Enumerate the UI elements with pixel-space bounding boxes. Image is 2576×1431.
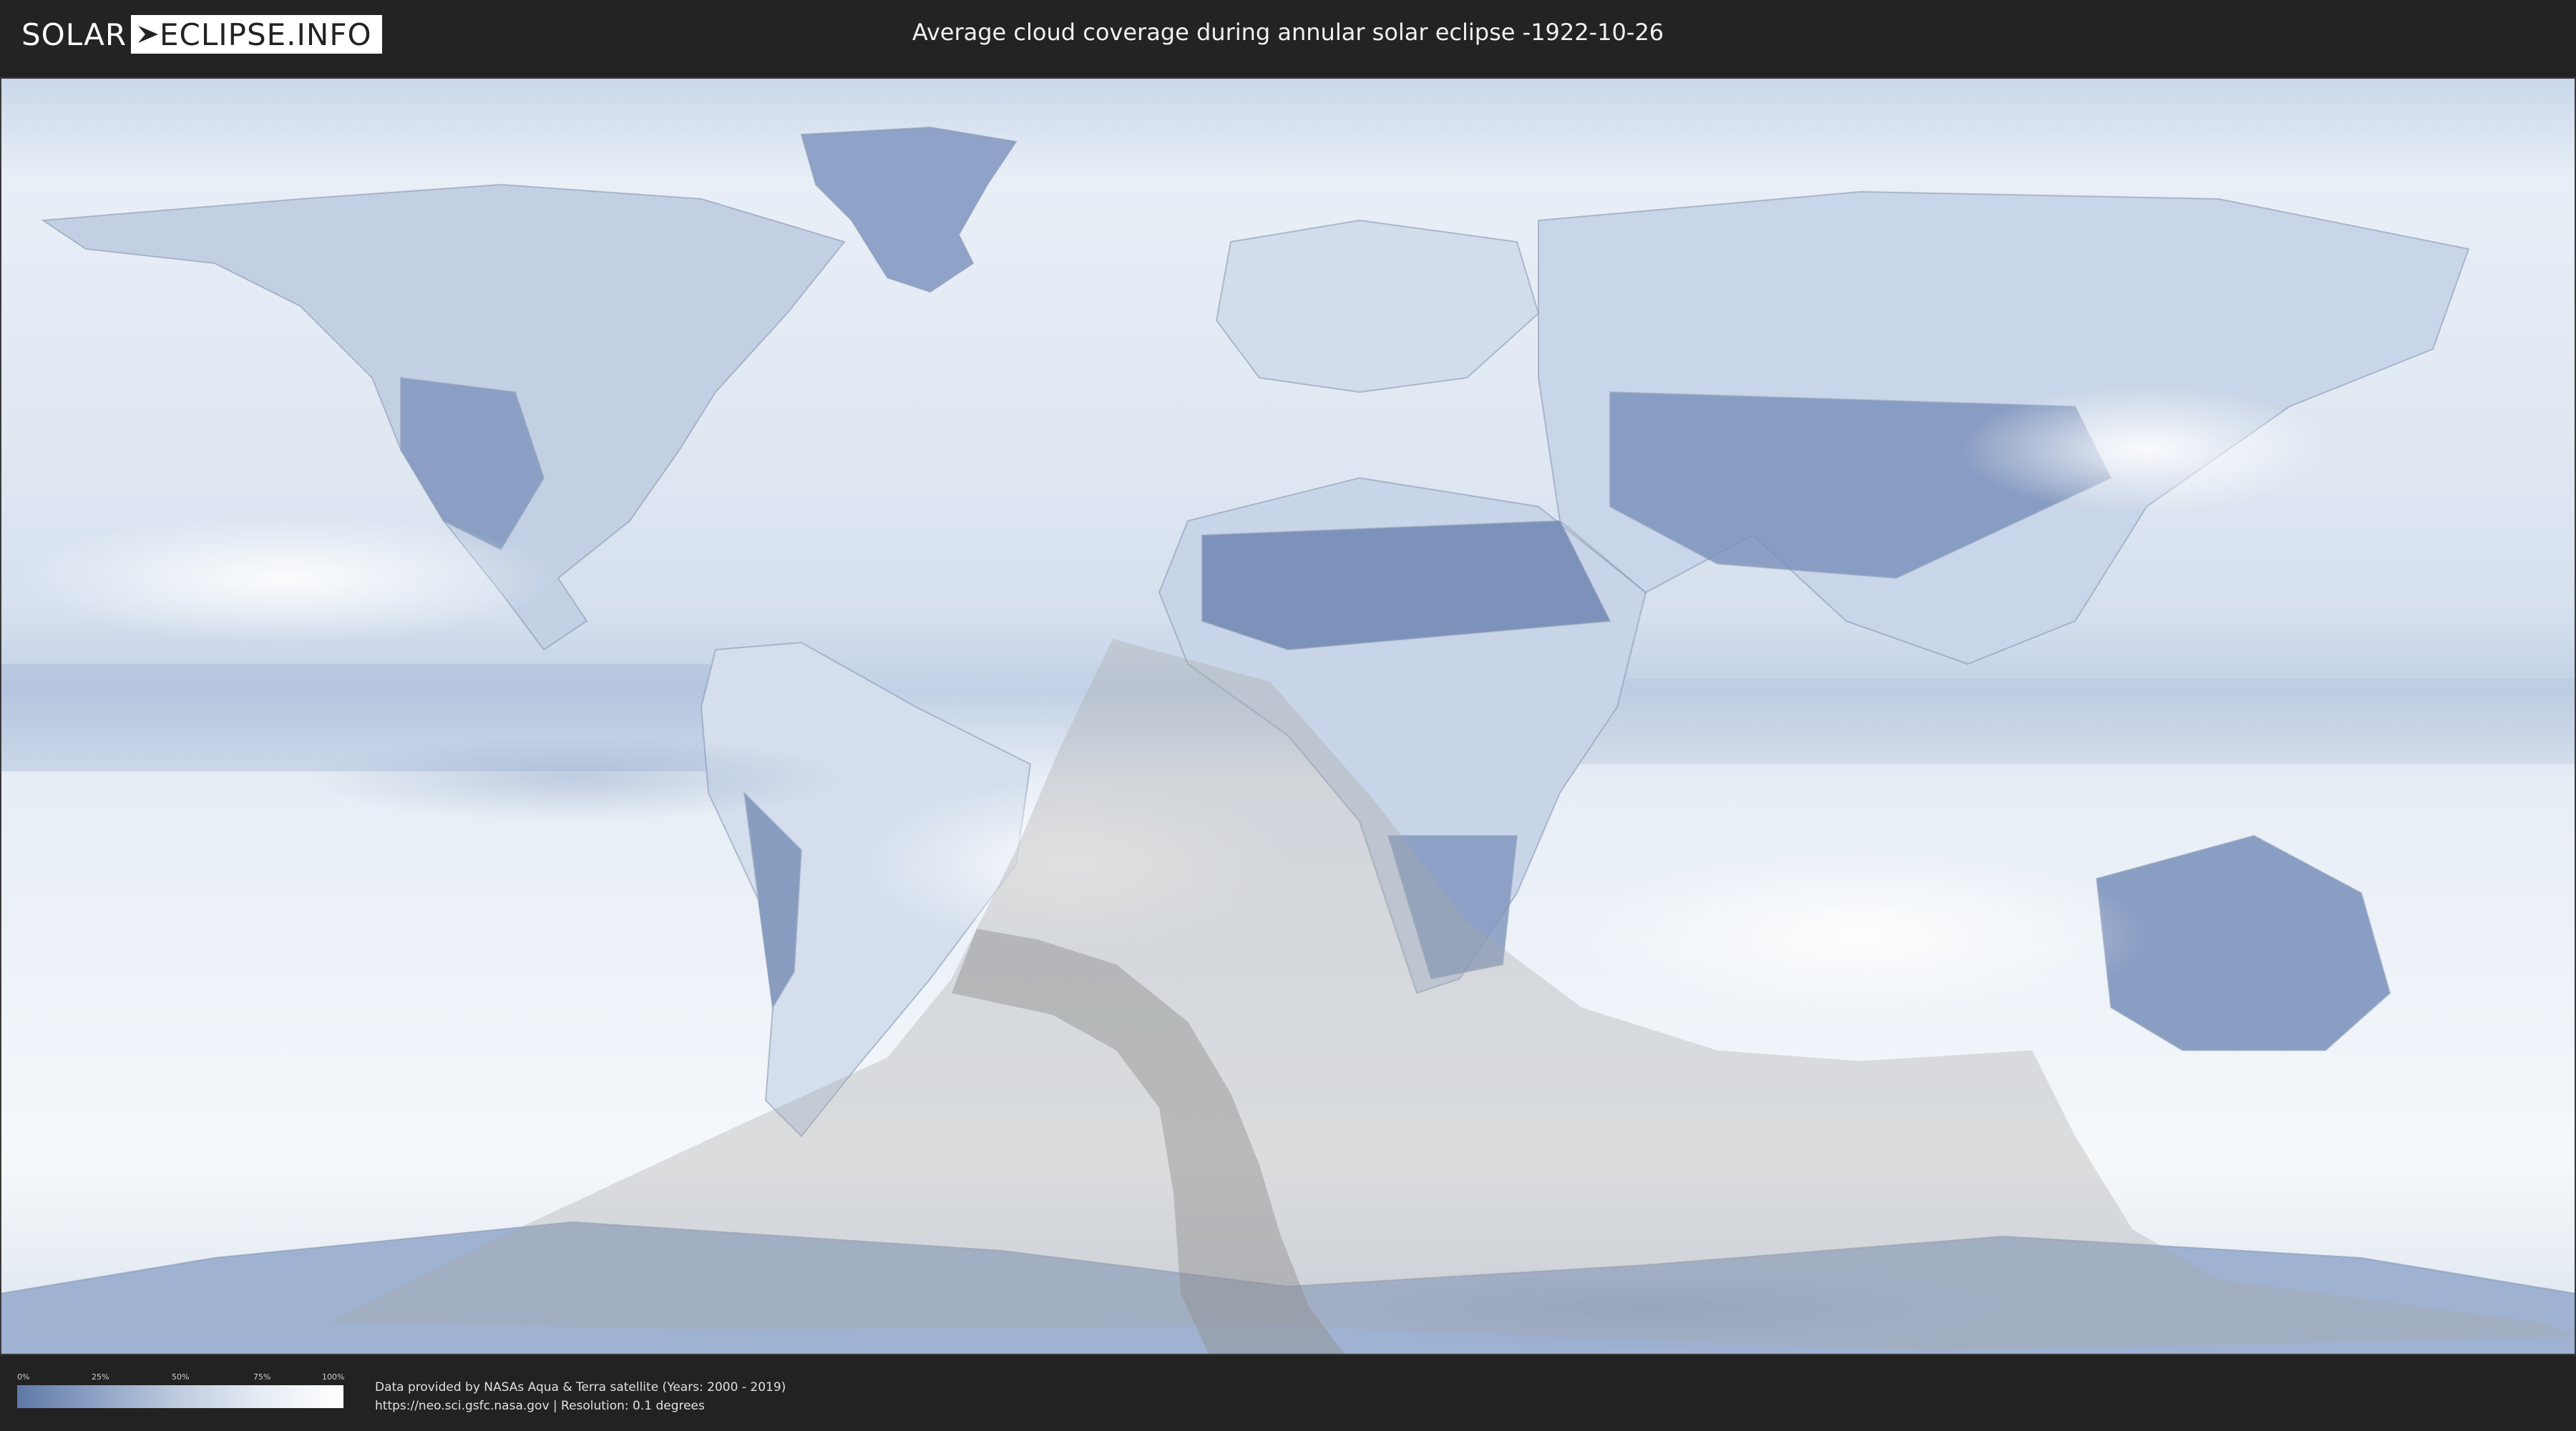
- cloud-coverage-map[interactable]: [0, 77, 2576, 1355]
- legend-tick-0: 0%: [17, 1372, 30, 1382]
- legend-tick-25: 25%: [92, 1372, 109, 1382]
- legend-tick-100: 100%: [322, 1372, 345, 1382]
- credits-line-source: Data provided by NASAs Aqua & Terra sate…: [375, 1380, 786, 1395]
- credits-line-url[interactable]: https://neo.sci.gsfc.nasa.gov | Resoluti…: [375, 1397, 786, 1415]
- cloud-coverage-legend: 0% 25% 50% 75% 100%: [17, 1372, 345, 1415]
- legend-color-bar: [17, 1385, 343, 1408]
- legend-tick-75: 75%: [253, 1372, 271, 1382]
- page-title: Average cloud coverage during annular so…: [912, 19, 1664, 46]
- footer-bar: 0% 25% 50% 75% 100% Data provided by NAS…: [0, 1357, 2576, 1431]
- legend-tick-50: 50%: [172, 1372, 190, 1382]
- header-bar: SOLAR ECLIPSE.INFO Average cloud coverag…: [0, 0, 2576, 72]
- data-credits: Data provided by NASAs Aqua & Terra sate…: [375, 1378, 786, 1415]
- map-canvas: [0, 77, 2576, 1355]
